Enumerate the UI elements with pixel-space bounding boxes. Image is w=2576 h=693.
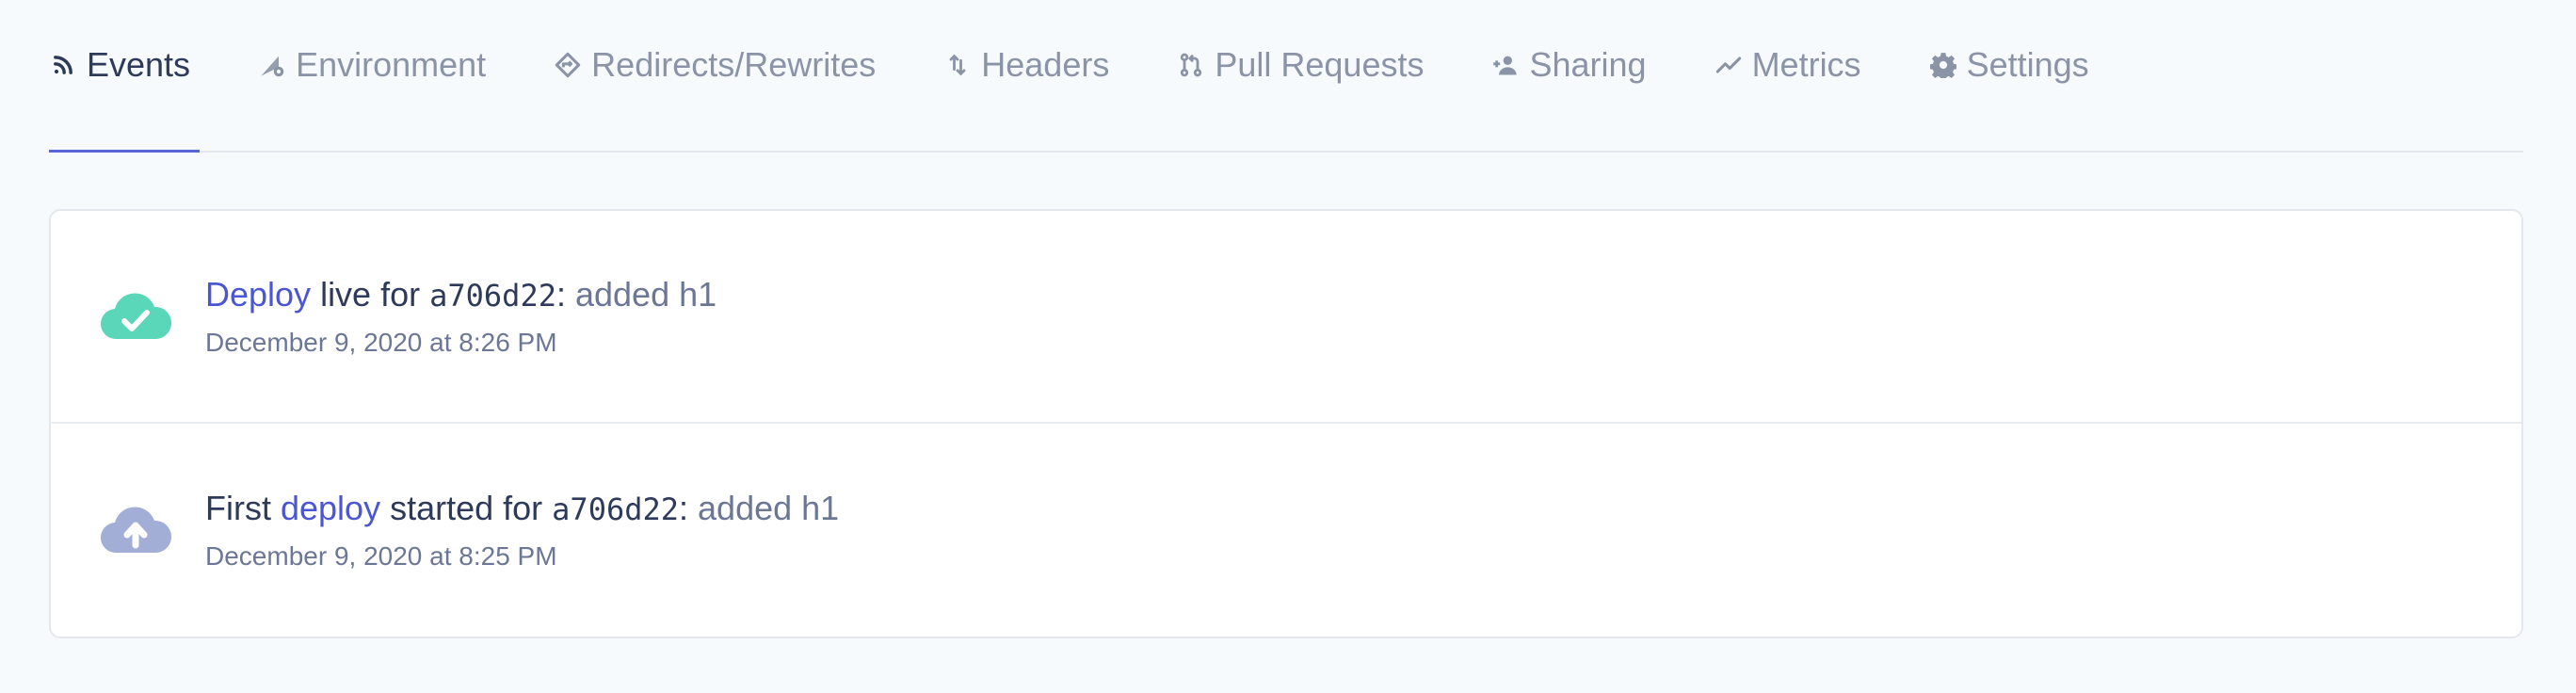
tab-settings-label: Settings [1966, 45, 2089, 84]
tab-sharing-label: Sharing [1529, 45, 1647, 84]
event-summary: Deploy live for a706d22: added h1 [205, 275, 716, 314]
cloud-check-icon [101, 293, 171, 340]
commit-sha: a706d22 [552, 492, 680, 527]
event-summary: First deploy started for a706d22: added … [205, 489, 839, 528]
tab-settings[interactable]: Settings [1929, 0, 2089, 151]
tab-headers-label: Headers [981, 45, 1110, 84]
commit-sha: a706d22 [429, 278, 556, 314]
list-item: Deploy live for a706d22: added h1 Decemb… [51, 211, 2521, 424]
tab-environment-label: Environment [296, 45, 487, 84]
tab-redirects[interactable]: Redirects/Rewrites [554, 0, 876, 151]
event-timestamp: December 9, 2020 at 8:25 PM [205, 541, 557, 571]
event-prefix: First [205, 489, 281, 527]
tab-metrics[interactable]: Metrics [1715, 0, 1861, 151]
git-pull-request-icon [1177, 51, 1205, 79]
tab-redirects-label: Redirects/Rewrites [591, 45, 877, 84]
tab-environment[interactable]: Environment [258, 0, 486, 151]
line-chart-icon [1715, 51, 1743, 79]
cloud-upload-icon [101, 507, 171, 554]
event-colon: : [679, 489, 689, 527]
deploy-link[interactable]: deploy [281, 489, 380, 527]
ruler-gear-icon [258, 51, 286, 79]
event-middle: live for [311, 275, 430, 314]
tab-metrics-label: Metrics [1751, 45, 1861, 84]
rss-icon [49, 51, 77, 79]
tab-headers[interactable]: Headers [943, 0, 1109, 151]
user-plus-icon [1491, 51, 1520, 79]
deploy-link[interactable]: Deploy [205, 275, 311, 314]
tab-bar: Events Environment Redirects/Rewrites He… [49, 0, 2523, 153]
list-item: First deploy started for a706d22: added … [51, 424, 2521, 637]
gear-icon [1929, 51, 1957, 79]
event-text: Deploy live for a706d22: added h1 Decemb… [205, 275, 716, 358]
event-text: First deploy started for a706d22: added … [205, 489, 839, 572]
events-list: Deploy live for a706d22: added h1 Decemb… [49, 209, 2523, 638]
tab-events[interactable]: Events [49, 0, 201, 153]
commit-message: added h1 [565, 275, 717, 314]
arrows-updown-icon [943, 51, 972, 79]
event-timestamp: December 9, 2020 at 8:26 PM [205, 328, 557, 357]
tab-events-label: Events [87, 45, 191, 84]
event-middle: started for [380, 489, 553, 527]
diamond-arrow-icon [554, 51, 582, 79]
tab-sharing[interactable]: Sharing [1491, 0, 1647, 151]
commit-message: added h1 [688, 489, 840, 527]
tab-pull-requests-label: Pull Requests [1215, 45, 1425, 84]
tab-pull-requests[interactable]: Pull Requests [1177, 0, 1424, 151]
event-colon: : [555, 275, 566, 314]
